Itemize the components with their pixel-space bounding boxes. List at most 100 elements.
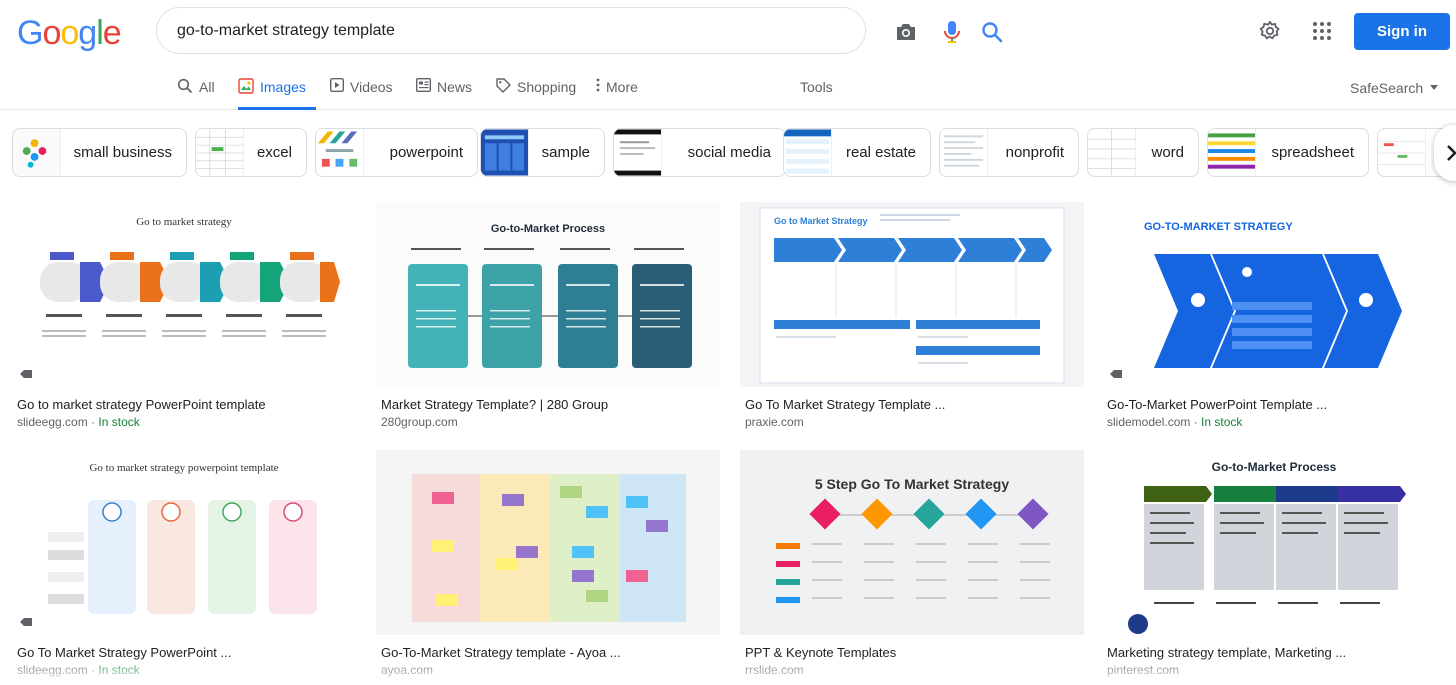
source-domain: rrslide.com — [745, 663, 804, 677]
more-vert-icon — [596, 78, 600, 92]
tab-images[interactable]: Images — [238, 78, 316, 110]
chip-label: spreadsheet — [1271, 144, 1354, 161]
source-separator: · — [1190, 415, 1202, 429]
source-domain: ayoa.com — [381, 663, 434, 677]
chip-thumbnail — [1208, 129, 1256, 176]
chip-small-business[interactable]: small business — [12, 128, 187, 177]
chip-label: small business — [73, 144, 172, 161]
source-domain: 280group.com — [381, 415, 458, 429]
chevron-strategy-graphic — [1154, 254, 1402, 368]
result-thumbnail[interactable]: Go to market strategy powerpoint templat… — [12, 450, 356, 635]
result-title[interactable]: Go to market strategy PowerPoint templat… — [17, 397, 347, 412]
result-source[interactable]: slidemodel.com · In stock — [1107, 415, 1242, 429]
tab-label: More — [606, 79, 638, 95]
safesearch-dropdown[interactable]: SafeSearch — [1350, 80, 1439, 96]
microphone-icon[interactable] — [939, 19, 965, 45]
steps-graphic — [40, 252, 340, 337]
chip-nonprofit[interactable]: nonprofit — [939, 128, 1079, 177]
result-thumbnail[interactable]: Go-to-Market Process — [376, 202, 720, 387]
image-icon — [238, 78, 254, 94]
tab-label: Images — [260, 79, 306, 95]
tab-shopping[interactable]: Shopping — [496, 78, 576, 110]
tab-label: All — [199, 79, 215, 95]
source-domain: slideegg.com — [17, 663, 88, 677]
result-title[interactable]: Go-To-Market Strategy template - Ayoa ..… — [381, 645, 711, 660]
chip-powerpoint[interactable]: powerpoint — [315, 128, 478, 177]
chip-spreadsheet[interactable]: spreadsheet — [1207, 128, 1369, 177]
chip-thumbnail — [1088, 129, 1136, 176]
source-separator: · — [87, 663, 99, 677]
logo-letter: G — [17, 14, 43, 52]
search-icon[interactable] — [979, 19, 1005, 45]
result-thumbnail[interactable]: GO-TO-MARKET STRATEGY — [1102, 202, 1446, 387]
tab-news[interactable]: News — [416, 78, 472, 110]
result-source[interactable]: rrslide.com — [745, 663, 804, 677]
logo-letter: o — [42, 14, 61, 52]
thumb-heading: Go to Market Strategy — [774, 216, 868, 226]
chip-label: sample — [541, 144, 590, 161]
chip-real-estate[interactable]: real estate — [783, 128, 931, 177]
chip-label: powerpoint — [389, 144, 463, 161]
result-thumbnail[interactable]: Go to Market Strategy — [740, 202, 1084, 387]
search-input[interactable] — [177, 18, 717, 44]
chip-thumbnail — [784, 129, 832, 176]
chip-word[interactable]: word — [1087, 128, 1199, 177]
tab-videos[interactable]: Videos — [330, 78, 393, 110]
stock-status: In stock — [98, 663, 140, 677]
search-icon — [177, 78, 193, 94]
result-source[interactable]: praxie.com — [745, 415, 804, 429]
tab-more[interactable]: More — [596, 78, 638, 110]
result-source[interactable]: slideegg.com · In stock — [17, 415, 140, 429]
result-source[interactable]: slideegg.com · In stock — [17, 663, 140, 677]
tab-label: Shopping — [517, 79, 577, 95]
camera-icon[interactable] — [893, 19, 919, 45]
result-thumbnail[interactable]: Go to market strategy — [12, 202, 356, 387]
chips-next-button[interactable] — [1434, 125, 1456, 181]
result-title[interactable]: Go To Market Strategy Template ... — [745, 397, 1075, 412]
result-source[interactable]: pinterest.com — [1107, 663, 1179, 677]
thumb-heading: Go-to-Market Process — [490, 223, 606, 235]
tab-all[interactable]: All — [177, 78, 215, 110]
search-box[interactable] — [156, 7, 1003, 54]
chip-label: real estate — [845, 144, 916, 161]
tag-icon — [496, 78, 511, 93]
result-title[interactable]: Marketing strategy template, Marketing .… — [1107, 645, 1437, 660]
stock-status: In stock — [98, 415, 140, 429]
play-icon — [330, 78, 344, 92]
result-source[interactable]: ayoa.com — [381, 663, 433, 677]
source-domain: praxie.com — [745, 415, 804, 429]
result-thumbnail[interactable] — [376, 450, 720, 635]
chevron-right-icon — [1447, 145, 1456, 161]
chip-excel[interactable]: excel — [195, 128, 307, 177]
thumb-heading: GO-TO-MARKET STRATEGY — [1144, 221, 1293, 233]
result-title[interactable]: Go To Market Strategy PowerPoint ... — [17, 645, 347, 660]
process-graphic — [408, 248, 692, 368]
logo-letter: e — [102, 14, 122, 52]
news-icon — [416, 78, 431, 92]
settings-gear-icon[interactable] — [1257, 18, 1283, 44]
tools-button[interactable]: Tools — [800, 78, 833, 110]
logo-letter: g — [78, 14, 97, 52]
apps-grid-icon[interactable] — [1309, 18, 1335, 44]
result-title[interactable]: PPT & Keynote Templates — [745, 645, 1075, 660]
result-source[interactable]: 280group.com — [381, 415, 458, 429]
source-separator: · — [87, 415, 99, 429]
chip-label: social media — [687, 144, 771, 161]
result-thumbnail[interactable]: 5 Step Go To Market Strategy — [740, 450, 1084, 635]
chip-label: nonprofit — [1005, 144, 1064, 161]
sticky-notes-board-graphic — [412, 474, 686, 622]
result-title[interactable]: Market Strategy Template? | 280 Group — [381, 397, 711, 412]
result-thumbnail[interactable]: Go-to-Market Process — [1102, 450, 1446, 635]
result-title[interactable]: Go-To-Market PowerPoint Template ... — [1107, 397, 1437, 412]
tab-label: News — [437, 79, 473, 95]
chip-sample[interactable]: sample — [480, 128, 605, 177]
thumb-heading: 5 Step Go To Market Strategy — [814, 476, 1010, 492]
sign-in-button[interactable]: Sign in — [1354, 13, 1450, 50]
stock-status: In stock — [1201, 415, 1243, 429]
thumb-heading: Go to market strategy — [136, 216, 232, 228]
safesearch-label: SafeSearch — [1350, 80, 1424, 96]
chip-social-media[interactable]: social media — [613, 128, 786, 177]
chip-label: word — [1151, 144, 1184, 161]
google-logo[interactable]: Google — [17, 14, 122, 53]
tools-label: Tools — [800, 79, 833, 95]
